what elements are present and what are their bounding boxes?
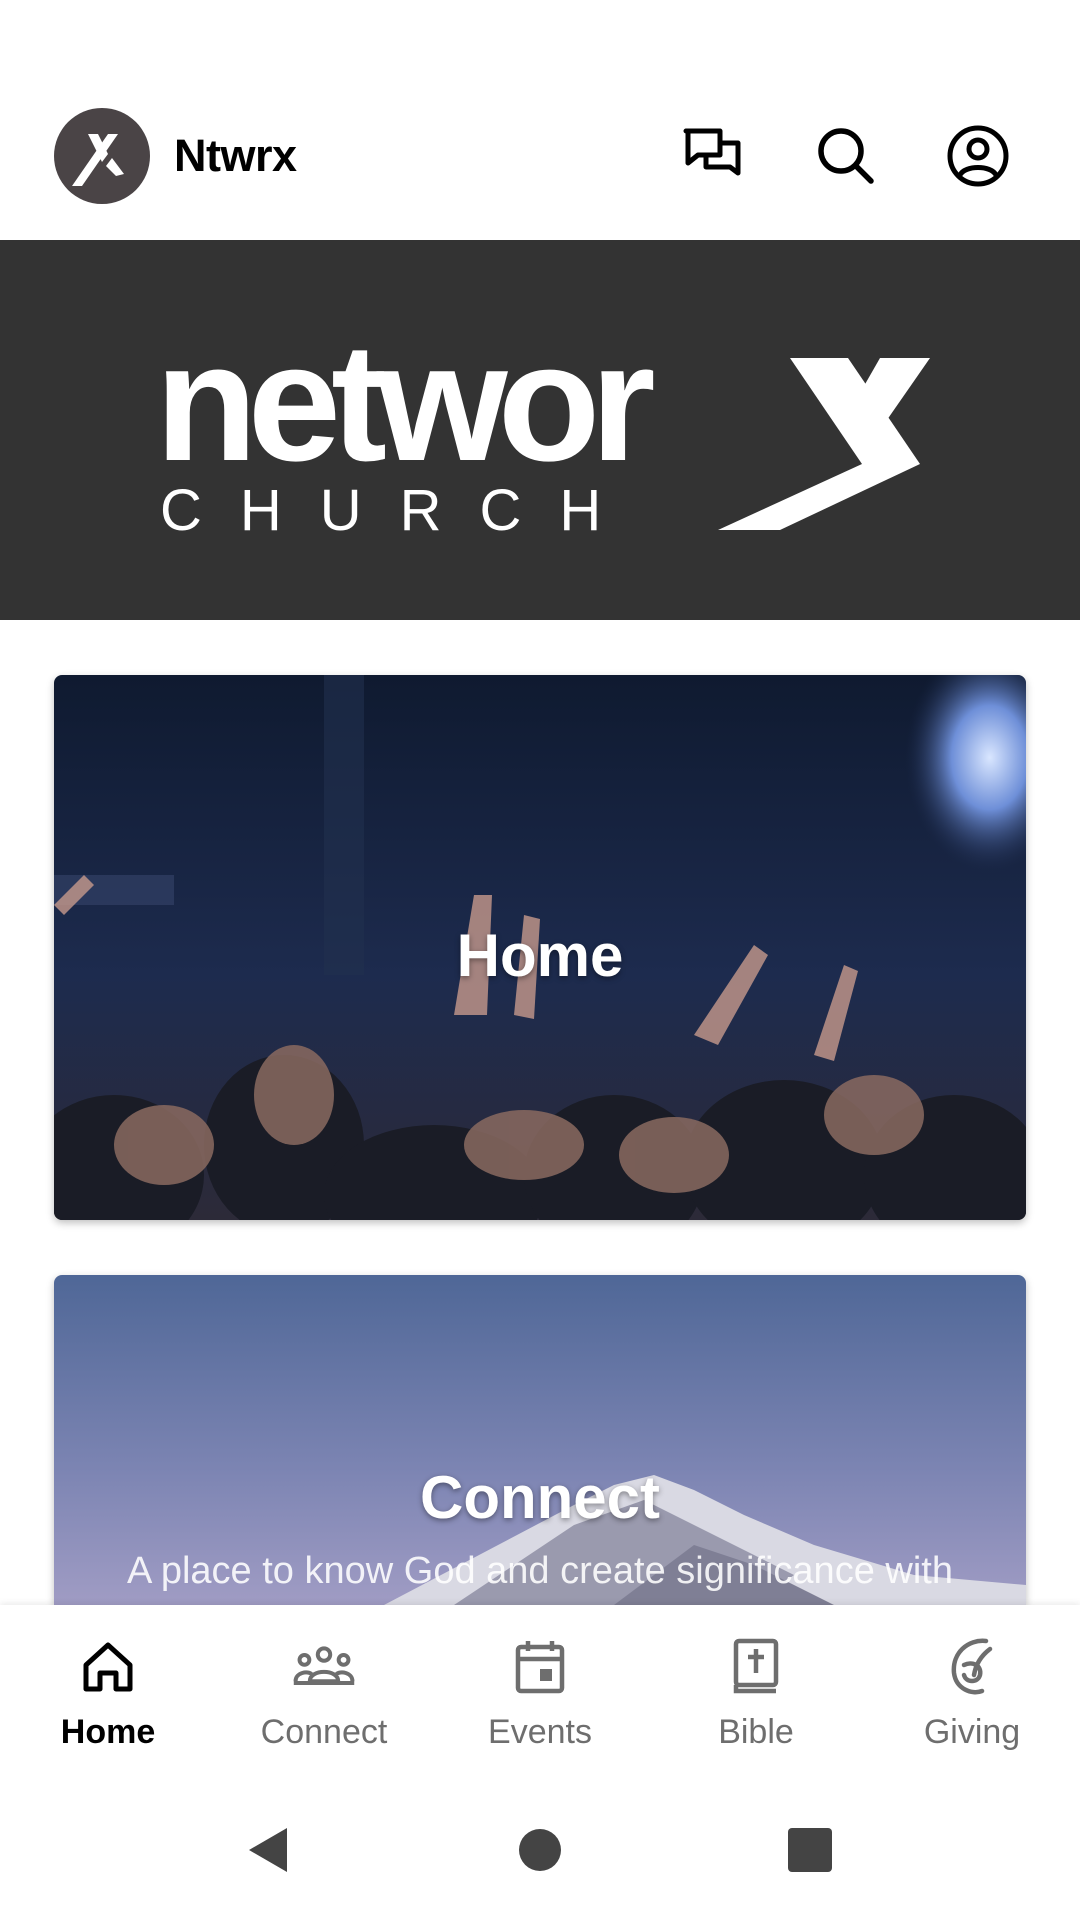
back-button[interactable] — [238, 1820, 298, 1880]
nav-item-bible[interactable]: Bible — [648, 1605, 864, 1775]
app-title: Ntwrx — [174, 130, 297, 181]
nav-item-home[interactable]: Home — [0, 1605, 216, 1775]
calendar-icon — [515, 1641, 565, 1694]
account-circle-icon — [947, 125, 1009, 187]
home-card-title: Home — [456, 922, 624, 989]
groups-icon — [293, 1646, 355, 1685]
app-header: Ntwrx — [0, 0, 1080, 240]
system-navigation-bar — [0, 1775, 1080, 1920]
nav-label-bible: Bible — [718, 1713, 794, 1751]
giving-icon — [951, 1638, 993, 1695]
bottom-navigation: Home Connect Events Bible Giving — [0, 1605, 1080, 1775]
nav-label-connect: Connect — [260, 1713, 388, 1751]
recents-icon — [788, 1828, 832, 1872]
x-logo-icon — [72, 134, 124, 186]
home-card[interactable]: Home — [54, 675, 1026, 1220]
search-icon — [818, 128, 874, 184]
system-home-button[interactable] — [510, 1820, 570, 1880]
nav-label-giving: Giving — [923, 1713, 1021, 1751]
svg-text:CHURCH: CHURCH — [160, 478, 639, 543]
nav-label-events: Events — [488, 1713, 592, 1751]
nav-item-events[interactable]: Events — [432, 1605, 648, 1775]
church-banner: networ CHURCH — [0, 240, 1080, 620]
nav-item-giving[interactable]: Giving — [864, 1605, 1080, 1775]
home-icon — [83, 1642, 133, 1692]
bible-icon — [733, 1638, 779, 1694]
networx-church-logo: networ CHURCH — [155, 308, 930, 543]
chat-icon — [683, 128, 741, 176]
connect-card-title: Connect — [420, 1464, 660, 1531]
search-button[interactable] — [813, 123, 879, 189]
svg-text:networ: networ — [155, 308, 653, 496]
home-circle-icon — [519, 1829, 561, 1871]
nav-label-home: Home — [60, 1713, 156, 1751]
recents-button[interactable] — [780, 1820, 840, 1880]
chat-button[interactable] — [680, 123, 746, 189]
profile-button[interactable] — [945, 123, 1011, 189]
connect-card-subtitle: A place to know God and create significa… — [127, 1550, 953, 1592]
nav-item-connect[interactable]: Connect — [216, 1605, 432, 1775]
connect-card[interactable]: Connect A place to know God and create s… — [54, 1275, 1026, 1605]
back-icon — [249, 1828, 287, 1872]
brand-avatar[interactable] — [54, 108, 150, 204]
